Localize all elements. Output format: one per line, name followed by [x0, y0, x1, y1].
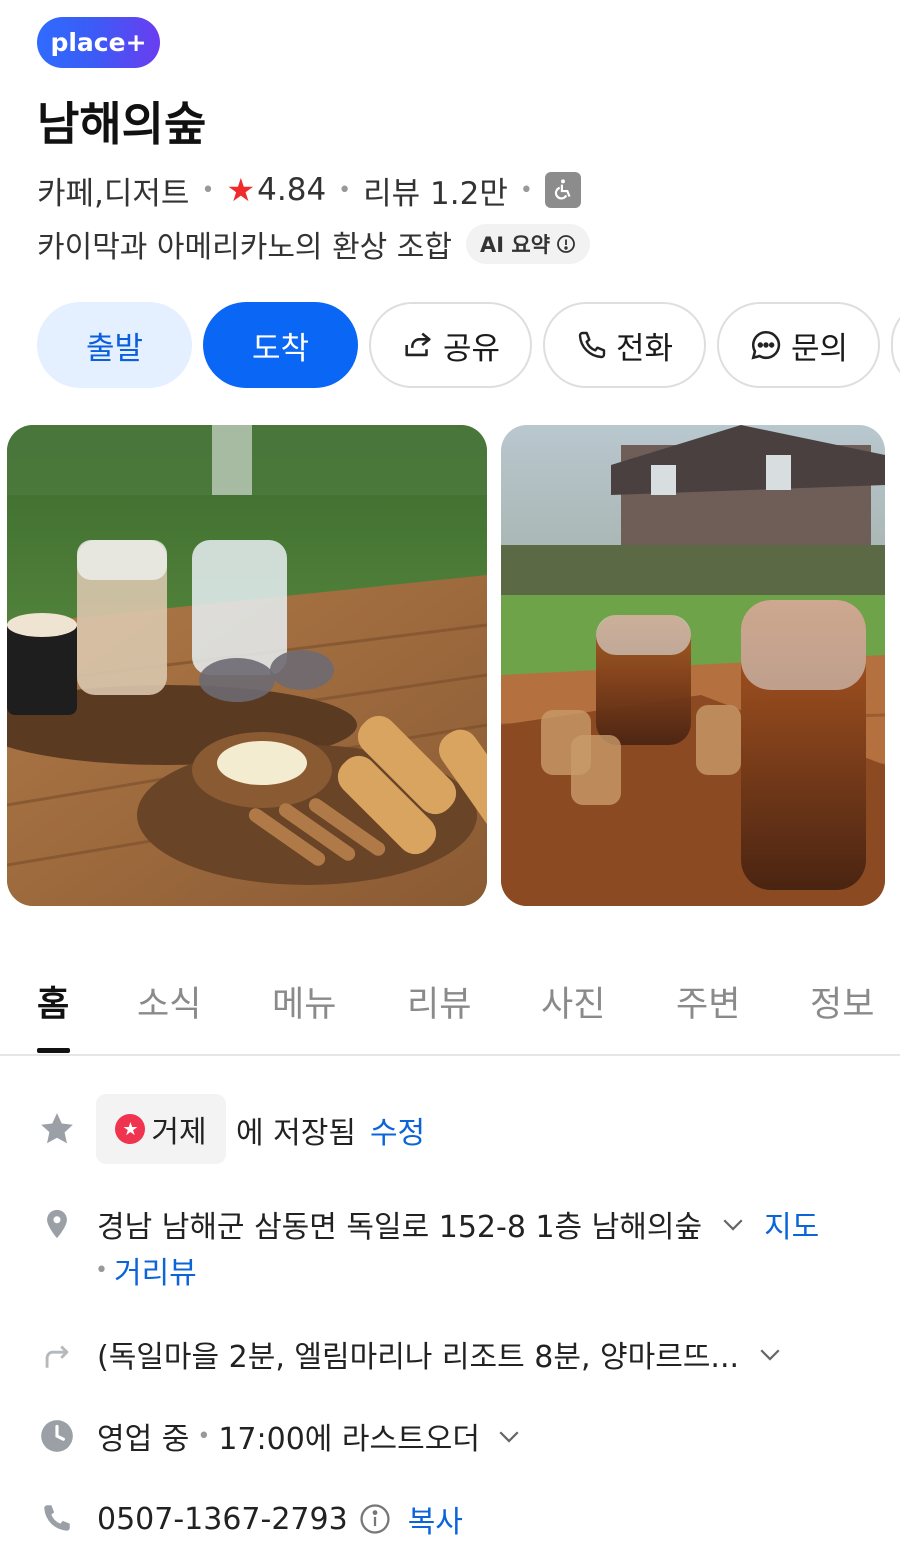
separator-dot: •: [338, 177, 352, 203]
streetview-link[interactable]: 거리뷰: [114, 1248, 197, 1292]
ai-summary-row: 카이막과 아메리카노의 환상 조합 AI 요약: [37, 222, 591, 266]
separator-dot: •: [519, 177, 533, 203]
streetview-row: • 거리뷰: [95, 1248, 197, 1292]
saved-star-icon: ★: [115, 1114, 146, 1144]
tab-reviews[interactable]: 리뷰: [407, 976, 471, 1027]
inquiry-button[interactable]: 문의: [717, 302, 880, 388]
saved-list-chip[interactable]: ★ 거제: [96, 1094, 226, 1164]
phone-number[interactable]: 0507-1367-2793: [97, 1502, 348, 1537]
chat-icon: [751, 330, 781, 360]
category-label: 카페,디저트: [37, 175, 190, 212]
more-action-button[interactable]: [891, 302, 900, 388]
place-photo[interactable]: [501, 425, 885, 906]
arrive-label: 도착: [251, 330, 310, 367]
tab-bar: 홈 소식 메뉴 리뷰 사진 주변 정보: [0, 970, 900, 1056]
wheelchair-icon[interactable]: [544, 172, 581, 208]
ai-summary-chip[interactable]: AI 요약: [466, 224, 591, 264]
ai-chip-label: AI 요약: [480, 233, 551, 257]
phone-row: 0507-1367-2793 복사: [97, 1497, 463, 1541]
saved-row: 에 저장됨 수정: [236, 1108, 425, 1152]
hours-row[interactable]: 영업 중 • 17:00에 라스트오더: [97, 1414, 524, 1458]
call-label: 전화: [615, 330, 674, 367]
tab-nearby[interactable]: 주변: [676, 976, 740, 1027]
place-plus-badge: place+: [37, 17, 160, 68]
depart-label: 출발: [85, 330, 144, 367]
saved-text: 에 저장됨: [236, 1116, 356, 1151]
latte-dessert-photo: [7, 425, 487, 906]
place-title: 남해의숲: [37, 97, 207, 151]
tab-home[interactable]: 홈: [37, 976, 69, 1027]
arrive-button[interactable]: 도착: [203, 302, 358, 388]
star-icon: ★: [226, 171, 256, 209]
address-row: 경남 남해군 삼동면 독일로 152-8 1층 남해의숲 지도: [97, 1202, 819, 1246]
tab-menu[interactable]: 메뉴: [272, 976, 336, 1027]
place-meta: 카페,디저트 • ★ 4.84 • 리뷰 1.2만 •: [37, 168, 581, 212]
rating-value: 4.84: [257, 172, 327, 208]
share-label: 공유: [442, 330, 501, 367]
location-pin-icon: [38, 1205, 76, 1243]
separator-dot: •: [201, 177, 215, 203]
inquiry-label: 문의: [790, 330, 849, 367]
info-circle-icon[interactable]: [358, 1502, 392, 1536]
copy-phone-link[interactable]: 복사: [408, 1497, 463, 1541]
info-icon: [557, 235, 575, 253]
directions-arrow-icon: [38, 1336, 76, 1374]
action-bar: 출발 도착 공유 전화 문의: [37, 302, 900, 388]
tab-info[interactable]: 정보: [810, 976, 874, 1027]
directions-text: (독일마을 2분, 엘림마리나 리조트 8분, 양마르뜨...: [97, 1340, 740, 1375]
ai-summary-text: 카이막과 아메리카노의 환상 조합: [37, 230, 453, 265]
tab-photos[interactable]: 사진: [541, 976, 605, 1027]
directions-row[interactable]: (독일마을 2분, 엘림마리나 리조트 8분, 양마르뜨...: [97, 1332, 785, 1376]
review-count-link[interactable]: 리뷰 1.2만: [363, 168, 508, 213]
saved-edit-link[interactable]: 수정: [370, 1108, 425, 1152]
iced-americano-photo: [501, 425, 885, 906]
saved-list-name: 거제: [151, 1115, 207, 1150]
last-order-text: 17:00에 라스트오더: [218, 1422, 480, 1457]
chevron-down-icon[interactable]: [755, 1339, 785, 1369]
star-outline-icon: [38, 1110, 76, 1148]
place-photo[interactable]: [7, 425, 487, 906]
share-icon: [405, 332, 431, 357]
address-text: 경남 남해군 삼동면 독일로 152-8 1층 남해의숲: [97, 1210, 703, 1245]
active-tab-indicator: [37, 1048, 70, 1053]
map-link[interactable]: 지도: [764, 1202, 819, 1246]
separator-dot: •: [197, 1423, 211, 1449]
open-status: 영업 중: [97, 1422, 190, 1457]
phone-icon: [38, 1499, 76, 1537]
call-button[interactable]: 전화: [543, 302, 706, 388]
tab-news[interactable]: 소식: [137, 976, 201, 1027]
depart-button[interactable]: 출발: [37, 302, 192, 388]
clock-icon: [38, 1417, 76, 1455]
chevron-down-icon[interactable]: [494, 1421, 524, 1451]
share-button[interactable]: 공유: [369, 302, 532, 388]
phone-icon: [578, 331, 606, 359]
separator-dot: •: [95, 1257, 108, 1283]
chevron-down-icon[interactable]: [718, 1209, 748, 1239]
